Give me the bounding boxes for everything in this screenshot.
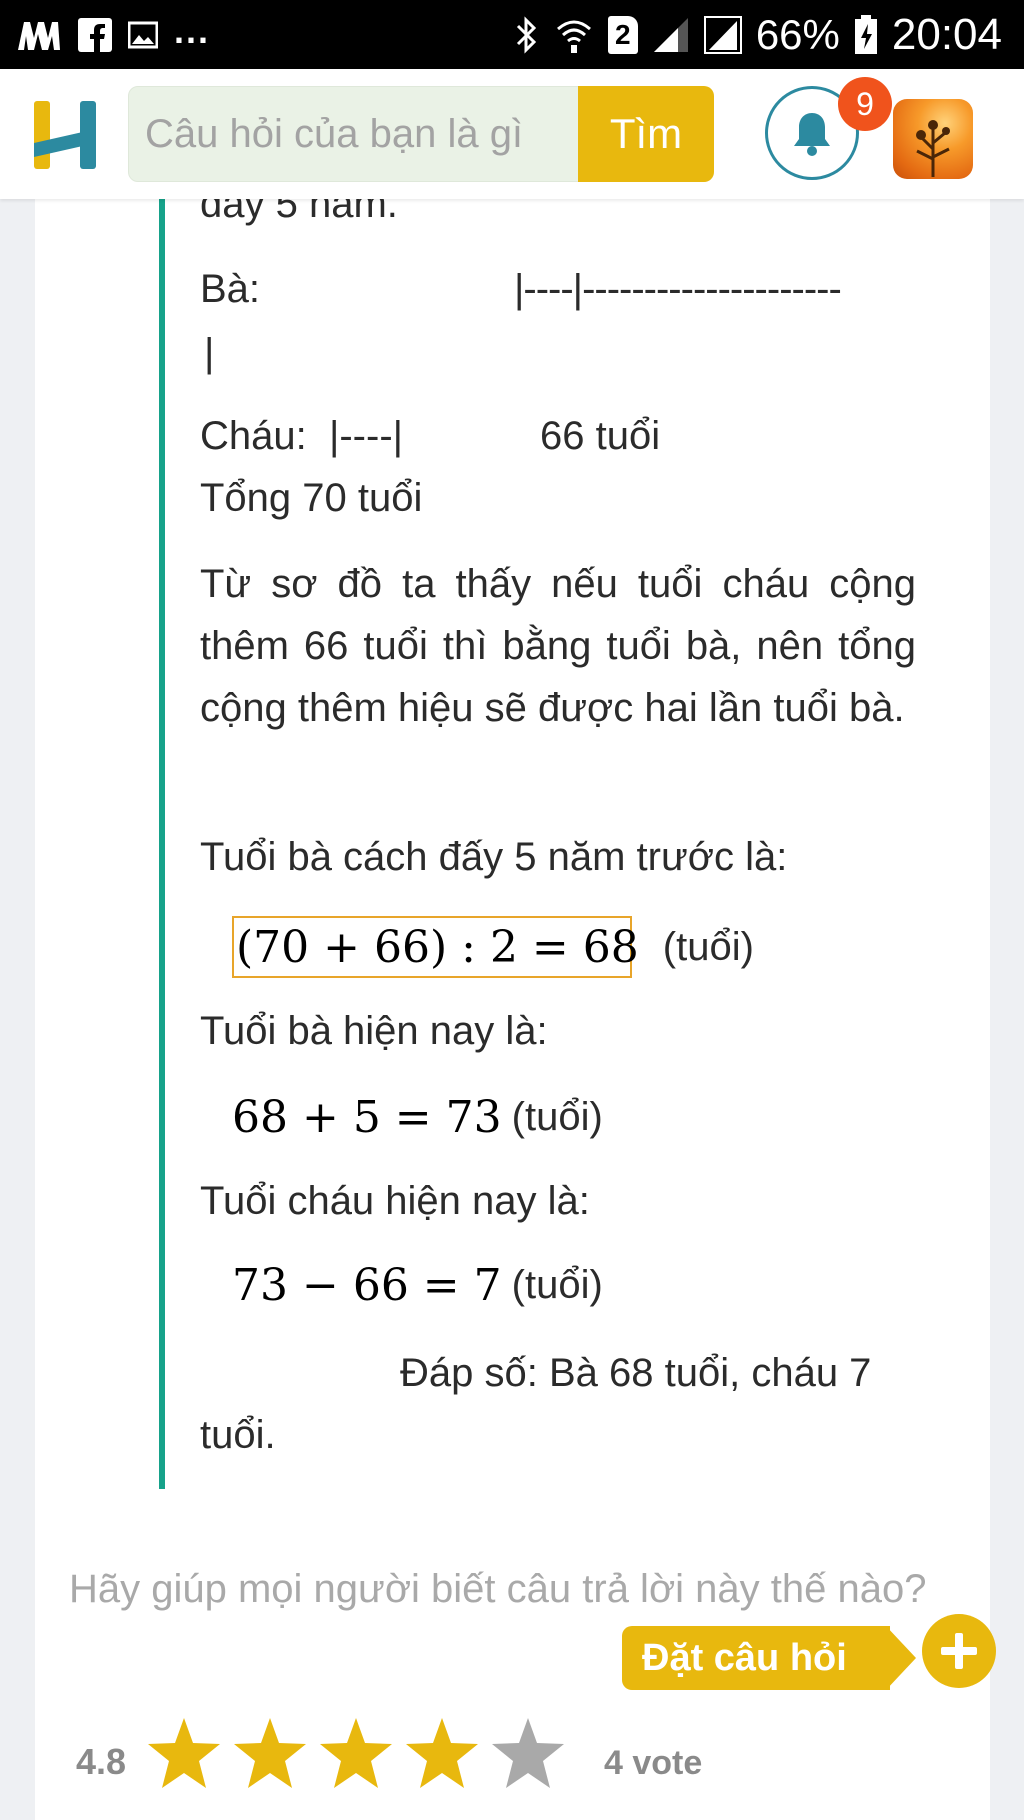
step3-line: 73 − 66 = 7 (tuổi) bbox=[232, 1254, 603, 1316]
bluetooth-icon bbox=[516, 15, 536, 54]
signal-icon-2 bbox=[703, 15, 742, 54]
final-answer-line1: Đáp số: Bà 68 tuổi, cháu 7 bbox=[400, 1351, 872, 1395]
avatar-plant-icon bbox=[916, 120, 950, 177]
diagram-ba-bar: |----|--------------------- bbox=[514, 267, 842, 311]
rating-prompt: Hãy giúp mọi người biết câu trả lời này … bbox=[69, 1567, 927, 1611]
plus-icon bbox=[941, 1633, 977, 1669]
more-notifications: ... bbox=[174, 9, 211, 51]
answer-accent-bar bbox=[159, 199, 165, 1489]
step2-formula: 68 + 5 = 73 bbox=[232, 1091, 502, 1143]
clock: 20:04 bbox=[891, 9, 1002, 59]
star-filled-icon[interactable] bbox=[232, 1716, 308, 1792]
battery-icon bbox=[854, 14, 877, 54]
step2-label: Tuổi bà hiện nay là: bbox=[200, 1009, 548, 1053]
image-icon bbox=[128, 21, 158, 48]
final-answer-line2: tuổi. bbox=[200, 1413, 276, 1457]
add-question-button[interactable] bbox=[922, 1614, 996, 1688]
star-rating[interactable] bbox=[146, 1716, 566, 1792]
app-m-icon bbox=[18, 21, 60, 50]
facebook-icon bbox=[78, 17, 112, 52]
search-input[interactable] bbox=[129, 87, 580, 181]
step3-formula: 73 − 66 = 7 bbox=[232, 1259, 502, 1311]
app-header: Tìm 9 bbox=[0, 69, 1024, 199]
step1-formula: (70 + 66) : 2 = 68 bbox=[236, 921, 639, 973]
status-bar: ... 2 66% 20:04 bbox=[0, 0, 1024, 69]
step3-label: Tuổi cháu hiện nay là: bbox=[200, 1179, 590, 1223]
notification-icons: ... bbox=[16, 0, 210, 69]
star-empty-icon[interactable] bbox=[490, 1716, 566, 1792]
step1-line: (70 + 66) : 2 = 68 (tuổi) bbox=[236, 916, 754, 978]
diagram-ba-label: Bà: bbox=[200, 267, 261, 311]
battery-percent: 66% bbox=[755, 10, 840, 58]
rating-value: 4.8 bbox=[76, 1741, 127, 1782]
star-filled-icon[interactable] bbox=[404, 1716, 480, 1792]
diagram-total: Tổng 70 tuổi bbox=[200, 476, 423, 520]
search-box bbox=[128, 86, 581, 182]
step1-unit: (tuổi) bbox=[662, 924, 754, 969]
step1-label: Tuổi bà cách đấy 5 năm trước là: bbox=[200, 835, 788, 879]
diagram-difference: 66 tuổi bbox=[540, 414, 661, 458]
system-icons: 2 66% 20:04 bbox=[514, 0, 1002, 69]
ask-question-arrow bbox=[886, 1626, 916, 1690]
wifi-icon bbox=[556, 20, 591, 53]
bell-icon bbox=[794, 113, 830, 156]
step2-line: 68 + 5 = 73 (tuổi) bbox=[232, 1086, 603, 1148]
signal-icon bbox=[653, 17, 688, 52]
diagram-ba-tail: | bbox=[204, 331, 215, 375]
star-filled-icon[interactable] bbox=[146, 1716, 222, 1792]
user-avatar[interactable] bbox=[893, 99, 973, 179]
ask-question-button[interactable]: Đặt câu hỏi bbox=[622, 1626, 890, 1690]
star-filled-icon[interactable] bbox=[318, 1716, 394, 1792]
notification-badge: 9 bbox=[838, 77, 892, 131]
vote-count: 4 vote bbox=[604, 1744, 703, 1782]
step3-unit: (tuổi) bbox=[511, 1262, 603, 1307]
search-button[interactable]: Tìm bbox=[578, 86, 714, 182]
explanation-paragraph: Từ sơ đồ ta thấy nếu tuổi cháu cộng thêm… bbox=[200, 562, 916, 730]
diagram-chau-label: Cháu: |----| bbox=[200, 414, 404, 458]
sim-icon: 2 bbox=[607, 15, 638, 54]
hoc24-logo[interactable] bbox=[30, 99, 100, 171]
step2-unit: (tuổi) bbox=[511, 1094, 603, 1139]
